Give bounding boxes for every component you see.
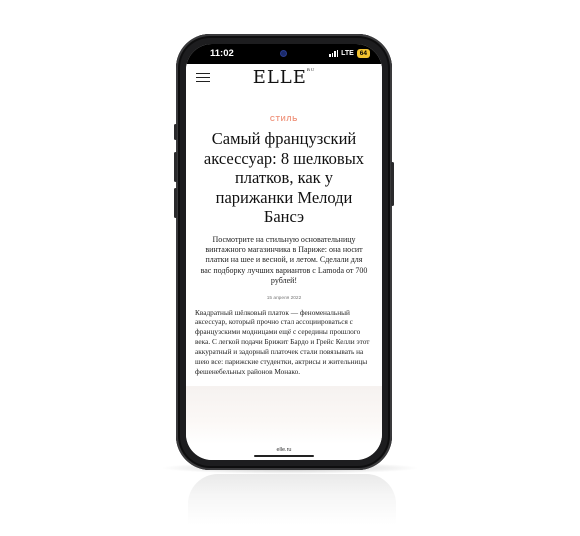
volume-down-button bbox=[174, 188, 177, 218]
article: СТИЛЬ Самый французский аксессуар: 8 шел… bbox=[186, 94, 382, 386]
signal-icon bbox=[329, 50, 339, 57]
article-date: 15 апреля 2022 bbox=[266, 295, 302, 301]
article-category[interactable]: СТИЛЬ bbox=[186, 116, 382, 123]
status-time: 11:02 bbox=[210, 48, 234, 59]
battery-badge: 64 bbox=[356, 49, 370, 58]
logo-sub: RU bbox=[306, 67, 316, 72]
status-bar: 11:02 LTE 64 bbox=[186, 44, 382, 64]
mute-switch bbox=[174, 124, 177, 140]
browser-url-bar[interactable]: elle.ru bbox=[186, 444, 382, 460]
elle-logo[interactable]: ELLERU bbox=[186, 67, 382, 88]
phone-mockup: 11:02 LTE 64 ELLERU СТИЛЬ Самый французс… bbox=[174, 34, 394, 470]
power-button bbox=[391, 162, 394, 206]
article-body: Квадратный шёлковый платок — феноменальн… bbox=[195, 307, 370, 376]
article-lead: Посмотрите на стильную основательницу ви… bbox=[200, 234, 368, 286]
phone-screen: 11:02 LTE 64 ELLERU СТИЛЬ Самый французс… bbox=[186, 44, 382, 460]
home-indicator[interactable] bbox=[254, 455, 314, 457]
volume-up-button bbox=[174, 152, 177, 182]
site-header: ELLERU bbox=[186, 64, 382, 90]
url-text: elle.ru bbox=[276, 447, 292, 453]
article-title: Самый французский аксессуар: 8 шелковых … bbox=[203, 129, 365, 226]
page-footer-area bbox=[186, 386, 382, 444]
phone-reflection bbox=[188, 474, 396, 534]
camera-icon bbox=[280, 50, 287, 57]
status-right: LTE 64 bbox=[329, 49, 370, 58]
network-label: LTE bbox=[341, 50, 354, 57]
logo-text: ELLE bbox=[252, 67, 307, 88]
